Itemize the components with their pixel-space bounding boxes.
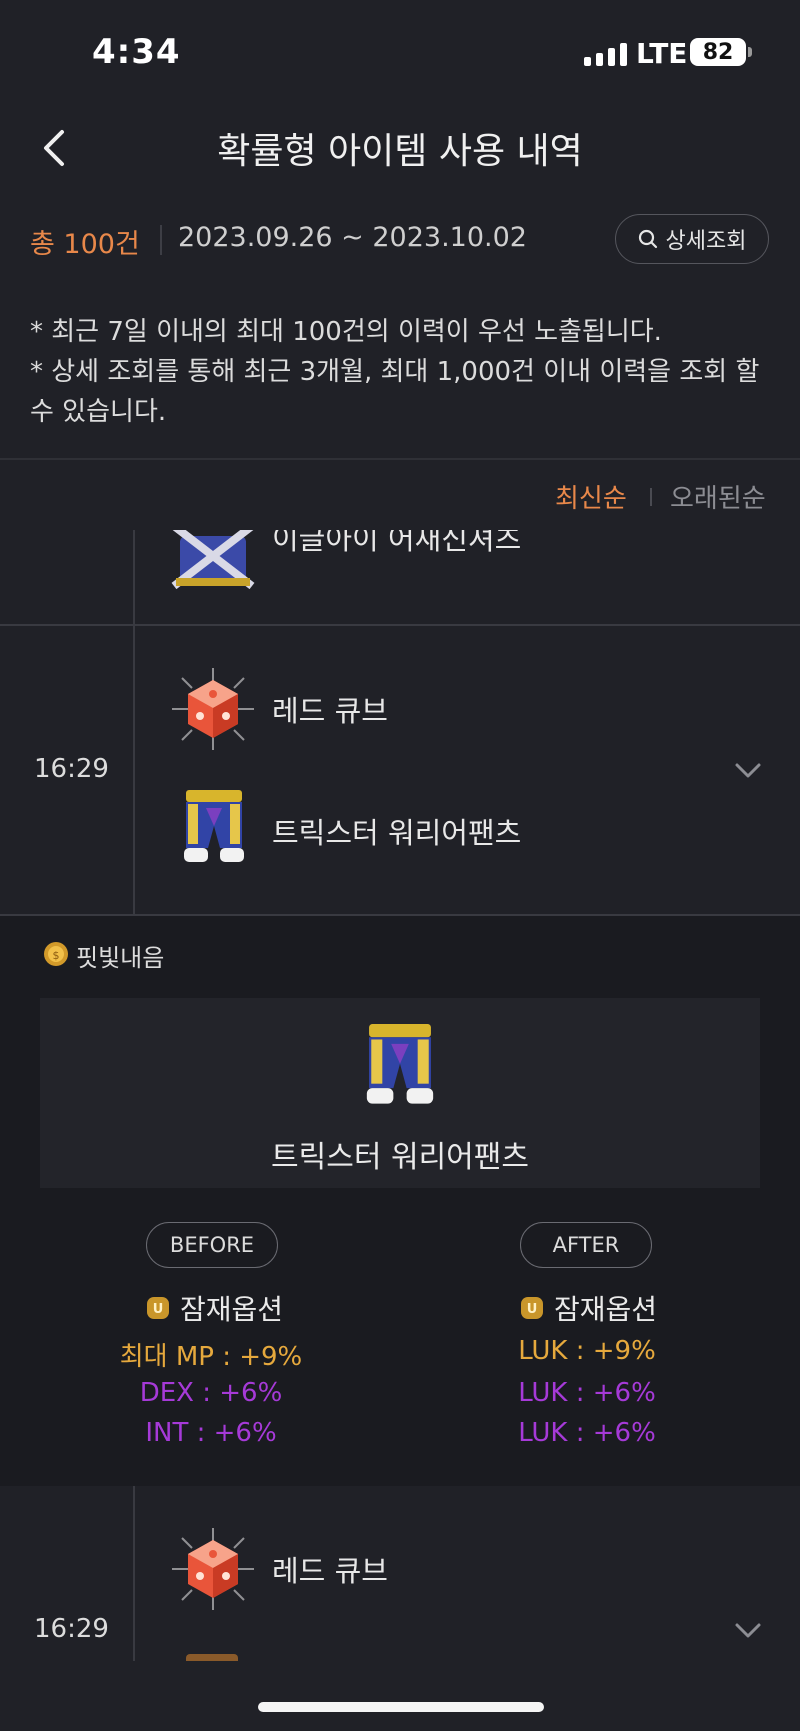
after-option-1: LUK : +9% xyxy=(518,1336,656,1366)
potential-title-text: 잠재옵션 xyxy=(554,1293,658,1326)
timeline-line xyxy=(133,1486,135,1661)
potential-title-text: 잠재옵션 xyxy=(180,1293,284,1326)
signal-icon xyxy=(584,42,627,66)
network-label: LTE xyxy=(636,37,688,70)
history-row[interactable]: 16:29 레드 큐브 xyxy=(0,1486,800,1661)
row-time: 16:29 xyxy=(34,754,109,784)
before-pill: BEFORE xyxy=(146,1222,278,1268)
unique-icon: U xyxy=(521,1297,543,1319)
timeline-line xyxy=(133,626,135,914)
coin-icon: $ xyxy=(44,942,68,966)
divider xyxy=(650,488,652,506)
notice-text: * 최근 7일 이내의 최대 100건의 이력이 우선 노출됩니다. * 상세 … xyxy=(30,312,780,432)
item-name: 레드 큐브 xyxy=(272,1554,388,1588)
sort-oldest-button[interactable]: 오래된순 xyxy=(670,478,766,515)
battery-icon: 82 xyxy=(690,38,746,66)
before-option-2: DEX : +6% xyxy=(139,1378,283,1408)
sort-latest-button[interactable]: 최신순 xyxy=(555,478,627,515)
row-time: 16:29 xyxy=(34,1614,109,1644)
notice-line-2: * 상세 조회를 통해 최근 3개월, 최대 1,000건 이내 이력을 조회 … xyxy=(30,357,760,427)
after-pill: AFTER xyxy=(520,1222,652,1268)
red-cube-icon xyxy=(172,1528,254,1610)
after-option-3: LUK : +6% xyxy=(518,1418,656,1448)
potential-title: U 잠재옵션 xyxy=(518,1288,657,1328)
status-time: 4:34 xyxy=(92,32,181,72)
warrior-pants-icon xyxy=(366,1024,434,1104)
svg-text:U: U xyxy=(153,1302,164,1317)
detail-label: 핏빛내음 xyxy=(76,944,165,972)
item-icon xyxy=(186,1654,238,1661)
detail-search-button[interactable]: 상세조회 xyxy=(615,214,769,264)
svg-text:U: U xyxy=(527,1302,538,1317)
page-title: 확률형 아이템 사용 내역 xyxy=(217,131,583,172)
item-name: 이글아이 어새신셔츠 xyxy=(272,530,522,556)
warrior-pants-icon xyxy=(184,790,244,862)
divider xyxy=(160,225,162,255)
assassin-shirt-icon xyxy=(171,530,255,590)
svg-text:$: $ xyxy=(53,949,60,962)
battery-tip xyxy=(748,47,752,57)
divider xyxy=(0,458,800,460)
item-name: 레드 큐브 xyxy=(272,694,388,728)
after-option-2: LUK : +6% xyxy=(518,1378,656,1408)
history-row[interactable]: 이글아이 어새신셔츠 xyxy=(0,530,800,624)
before-option-1: 최대 MP : +9% xyxy=(119,1342,303,1372)
red-cube-icon xyxy=(172,668,254,750)
detail-search-label: 상세조회 xyxy=(665,229,747,254)
notice-line-1: * 최근 7일 이내의 최대 100건의 이력이 우선 노출됩니다. xyxy=(30,317,662,347)
item-name: 트릭스터 워리어팬츠 xyxy=(272,816,522,850)
timeline-line xyxy=(133,530,135,624)
potential-title: U 잠재옵션 xyxy=(144,1288,283,1328)
chevron-down-icon[interactable] xyxy=(734,1622,762,1640)
unique-icon: U xyxy=(147,1297,169,1319)
home-indicator[interactable] xyxy=(258,1702,544,1712)
before-option-3: INT : +6% xyxy=(145,1418,277,1448)
chevron-down-icon[interactable] xyxy=(734,762,762,780)
search-icon xyxy=(638,229,657,249)
history-row[interactable]: 16:29 레드 큐브 트릭스터 워리어팬츠 xyxy=(0,626,800,914)
item-name: 트릭스터 워리어팬츠 xyxy=(271,1140,529,1175)
date-range: 2023.09.26 ~ 2023.10.02 xyxy=(178,222,527,253)
total-count: 총 100건 xyxy=(30,229,140,260)
